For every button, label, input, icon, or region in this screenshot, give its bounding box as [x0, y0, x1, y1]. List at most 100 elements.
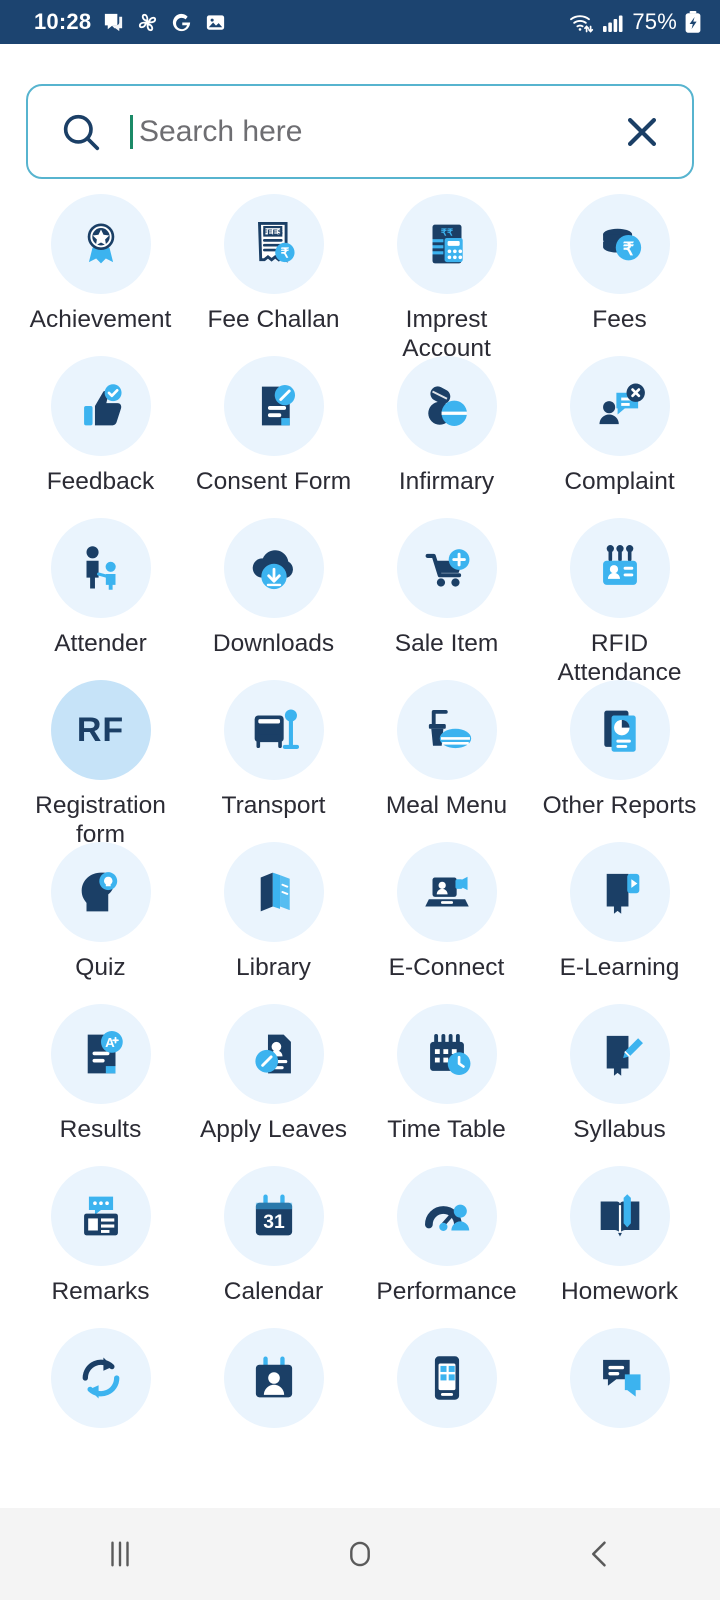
status-bar-right: 75%	[568, 9, 702, 35]
cart-plus-icon	[418, 539, 476, 597]
menu-tile-label: Performance	[376, 1278, 517, 1305]
menu-tile-label: Transport	[221, 792, 326, 819]
menu-tile[interactable]	[360, 1328, 533, 1490]
rfid-card-icon	[591, 539, 649, 597]
menu-tile[interactable]: Remarks	[14, 1166, 187, 1328]
menu-tile[interactable]: Meal Menu	[360, 680, 533, 842]
recents-button[interactable]	[0, 1508, 240, 1600]
menu-tile-label: Achievement	[29, 306, 172, 333]
menu-tile[interactable]: ₹ Fees	[533, 194, 706, 356]
menu-tile[interactable]: Sale Item	[360, 518, 533, 680]
menu-tile[interactable]: Syllabus	[533, 1004, 706, 1166]
menu-tile-label: Meal Menu	[385, 792, 508, 819]
menu-tile-icon-background: A	[50, 1004, 151, 1104]
menu-tile-icon-background	[223, 1328, 324, 1428]
mobile-app-icon	[418, 1349, 476, 1407]
menu-tile-label: Sale Item	[394, 630, 499, 657]
menu-tile-icon-background	[569, 1328, 670, 1428]
clear-search-button[interactable]	[616, 110, 668, 154]
status-time: 10:28	[34, 9, 92, 34]
search-section	[0, 44, 720, 179]
menu-tile[interactable]: 31 Calendar	[187, 1166, 360, 1328]
menu-tile-icon-background: FEES ₹	[223, 194, 324, 294]
menu-tile-icon-background	[396, 356, 497, 456]
google-g-icon	[173, 13, 191, 31]
menu-tile-label: Consent Form	[195, 468, 352, 495]
system-navigation-bar	[0, 1508, 720, 1600]
menu-tile[interactable]: E-Learning	[533, 842, 706, 1004]
menu-tile[interactable]: Complaint	[533, 356, 706, 518]
status-bar-left: 10:28	[34, 9, 227, 35]
menu-tile[interactable]: Library	[187, 842, 360, 1004]
menu-tile[interactable]: Infirmary	[360, 356, 533, 518]
menu-tile-icon-background: ₹₹	[396, 194, 497, 294]
menu-tile-icon-background	[396, 842, 497, 942]
menu-tile-icon-background	[569, 1166, 670, 1266]
menu-tile[interactable]: Homework	[533, 1166, 706, 1328]
award-ribbon-icon	[72, 215, 130, 273]
menu-tile-icon-background	[223, 842, 324, 942]
menu-tile-label: Fee Challan	[207, 306, 340, 333]
head-bulb-icon	[72, 863, 130, 921]
close-icon	[627, 117, 657, 146]
coins-rupee-icon: ₹	[591, 215, 649, 273]
menu-tile[interactable]: A Results	[14, 1004, 187, 1166]
menu-tile[interactable]: RF Registration form	[14, 680, 187, 848]
menu-tile[interactable]: E-Connect	[360, 842, 533, 1004]
menu-tile[interactable]: ₹₹ Imprest Account	[360, 194, 533, 362]
search-bar[interactable]	[26, 84, 694, 179]
menu-scroll-area[interactable]: Achievement FEES ₹ Fee Challan ₹₹ Imprest Acc…	[0, 182, 720, 1508]
menu-tile-icon-background	[50, 1328, 151, 1428]
menu-tile-icon-background	[50, 842, 151, 942]
menu-tile-icon-background	[50, 518, 151, 618]
bus-stop-icon	[245, 701, 303, 759]
menu-tile[interactable]: Transport	[187, 680, 360, 842]
menu-tile-label: Library	[236, 954, 311, 981]
menu-tile-label: Quiz	[75, 954, 126, 981]
menu-tile-icon-background	[396, 1328, 497, 1428]
menu-tile[interactable]: Achievement	[14, 194, 187, 356]
svg-text:₹: ₹	[280, 245, 289, 260]
calendar-31-icon: 31	[245, 1187, 303, 1245]
menu-tile-label: Calendar	[223, 1278, 324, 1305]
home-button[interactable]	[240, 1508, 480, 1600]
menu-tile[interactable]: Feedback	[14, 356, 187, 518]
menu-grid: Achievement FEES ₹ Fee Challan ₹₹ Imprest Acc…	[0, 182, 720, 1490]
books-icon	[245, 863, 303, 921]
calendar-person-icon	[245, 1349, 303, 1407]
gauge-person-icon	[418, 1187, 476, 1245]
menu-tile[interactable]: Other Reports	[533, 680, 706, 842]
menu-tile-label: Results	[59, 1116, 142, 1143]
menu-tile[interactable]: FEES ₹ Fee Challan	[187, 194, 360, 356]
menu-tile[interactable]: RFID Attendance	[533, 518, 706, 686]
menu-tile-label: Registration form	[35, 792, 166, 848]
chat-messages-icon	[591, 1349, 649, 1407]
report-chart-icon	[591, 701, 649, 759]
menu-tile[interactable]: Time Table	[360, 1004, 533, 1166]
menu-tile[interactable]	[14, 1328, 187, 1490]
text-cursor	[130, 114, 133, 149]
menu-tile-icon-background	[50, 356, 151, 456]
menu-tile-label: Fees	[592, 306, 647, 333]
svg-text:31: 31	[263, 1212, 285, 1233]
menu-tile[interactable]: Apply Leaves	[187, 1004, 360, 1166]
menu-tile[interactable]: Quiz	[14, 842, 187, 1004]
search-input[interactable]	[135, 86, 616, 177]
menu-tile[interactable]: Performance	[360, 1166, 533, 1328]
menu-tile[interactable]: Attender	[14, 518, 187, 680]
rf-text-icon: RF	[76, 710, 125, 749]
menu-tile-label: Remarks	[51, 1278, 150, 1305]
back-button[interactable]	[480, 1508, 720, 1600]
menu-tile-label: Attender	[54, 630, 147, 657]
battery-charging-icon	[685, 11, 701, 33]
menu-tile-icon-background	[396, 1166, 497, 1266]
menu-tile[interactable]	[533, 1328, 706, 1490]
menu-tile-icon-background	[569, 356, 670, 456]
fee-receipt-icon: FEES ₹	[245, 215, 303, 273]
menu-tile[interactable]: Downloads	[187, 518, 360, 680]
menu-tile[interactable]: Consent Form	[187, 356, 360, 518]
menu-tile-label: Imprest Account	[402, 306, 491, 362]
menu-tile-icon-background	[223, 680, 324, 780]
menu-tile-icon-background	[223, 518, 324, 618]
menu-tile[interactable]	[187, 1328, 360, 1490]
